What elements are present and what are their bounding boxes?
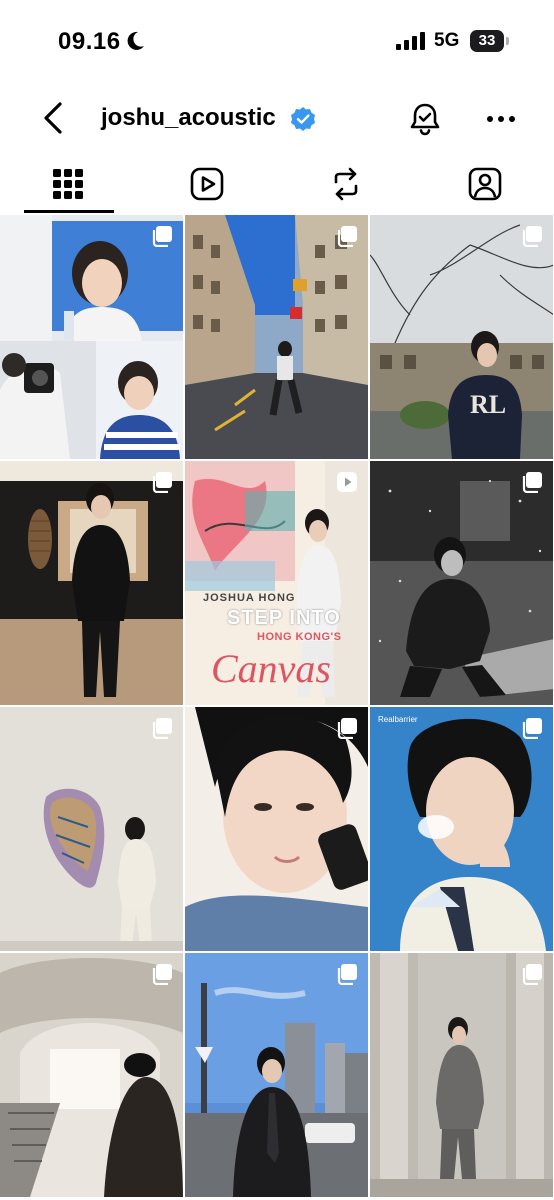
carousel-icon [337, 718, 357, 739]
post-image [0, 461, 183, 705]
network-type: 5G [434, 30, 460, 51]
reels-icon [190, 167, 224, 201]
carousel-icon [522, 472, 542, 493]
post-image [185, 953, 368, 1197]
post-image: RL [370, 215, 553, 459]
grid-icon [53, 169, 83, 199]
status-bar: 09.16 5G 33 [0, 0, 554, 84]
post-tile-8[interactable] [185, 707, 368, 951]
carousel-icon [522, 964, 542, 985]
signal-icon [396, 32, 425, 50]
battery-icon: 33 [470, 30, 510, 52]
carousel-icon [522, 226, 542, 247]
post-tile-4[interactable] [0, 461, 183, 705]
post-image [0, 707, 183, 951]
tab-tagged[interactable] [415, 160, 553, 214]
post-tile-10[interactable] [0, 953, 183, 1197]
carousel-icon [337, 226, 357, 247]
post-tile-3[interactable]: RL [370, 215, 553, 459]
active-tab-indicator [24, 210, 114, 213]
profile-header: joshu_acoustic [0, 84, 554, 154]
svg-text:RL: RL [470, 390, 506, 419]
repost-icon [334, 167, 358, 201]
post-overlay-location: HONG KONG'S [257, 631, 342, 643]
tab-reels[interactable] [138, 160, 276, 214]
post-image [370, 461, 553, 705]
tagged-icon [468, 167, 502, 201]
post-tile-5[interactable]: JOSHUA HONG STEP INTO HONG KONG'S Canvas [185, 461, 368, 705]
carousel-icon [152, 226, 172, 247]
post-tile-7[interactable] [0, 707, 183, 951]
post-tile-6[interactable] [370, 461, 553, 705]
moon-icon [127, 31, 144, 50]
carousel-icon [152, 472, 172, 493]
post-image [370, 953, 553, 1197]
more-options-icon[interactable] [486, 114, 516, 124]
status-time: 09.16 [58, 28, 121, 55]
post-image [0, 215, 183, 459]
post-overlay-brand: Realbarrier [378, 715, 418, 724]
post-image [185, 215, 368, 459]
post-overlay-subtitle: JOSHUA HONG [203, 592, 296, 604]
post-image [370, 707, 553, 951]
verified-badge-icon [291, 107, 315, 131]
post-overlay-title: Canvas [211, 646, 331, 691]
profile-username: joshu_acoustic [101, 104, 276, 131]
post-image [0, 953, 183, 1197]
post-tile-2[interactable] [185, 215, 368, 459]
notification-bell-icon[interactable] [408, 102, 442, 136]
carousel-icon [522, 718, 542, 739]
back-arrow-icon[interactable] [38, 100, 70, 136]
tab-posts[interactable] [0, 160, 138, 214]
post-tile-11[interactable] [185, 953, 368, 1197]
profile-tabs [0, 160, 554, 214]
reel-icon [337, 472, 357, 492]
post-image [185, 707, 368, 951]
post-overlay-headline: STEP INTO [227, 607, 341, 629]
post-tile-1[interactable] [0, 215, 183, 459]
carousel-icon [152, 718, 172, 739]
post-tile-9[interactable]: Realbarrier [370, 707, 553, 951]
carousel-icon [337, 964, 357, 985]
tab-reposts[interactable] [277, 160, 415, 214]
carousel-icon [152, 964, 172, 985]
battery-level: 33 [478, 32, 496, 49]
post-tile-12[interactable] [370, 953, 553, 1197]
